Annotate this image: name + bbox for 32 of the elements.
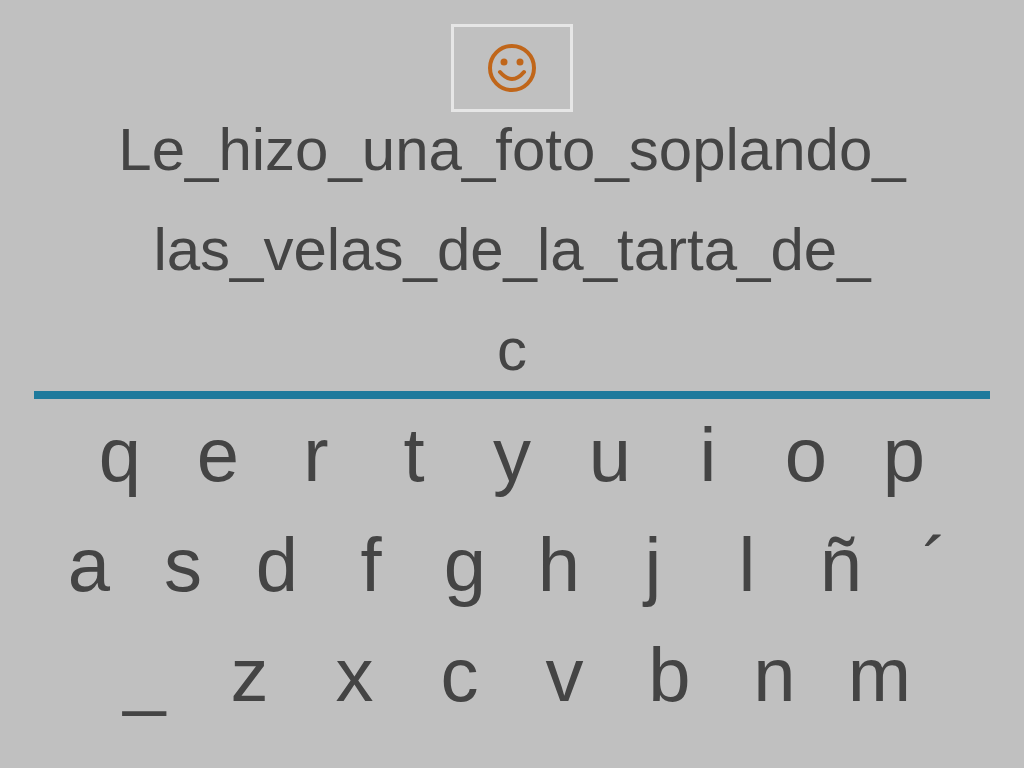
letter-key[interactable]: t xyxy=(365,405,463,505)
letter-key[interactable]: p xyxy=(855,405,953,505)
letter-key[interactable]: g xyxy=(418,515,512,615)
letter-key[interactable]: z xyxy=(197,625,302,725)
letter-key[interactable]: u xyxy=(561,405,659,505)
letter-key[interactable]: l xyxy=(700,515,794,615)
letter-key[interactable]: j xyxy=(606,515,700,615)
letter-key[interactable]: o xyxy=(757,405,855,505)
letter-key[interactable]: a xyxy=(42,515,136,615)
smiley-icon xyxy=(486,42,538,94)
letter-key[interactable]: ñ xyxy=(794,515,888,615)
letter-key[interactable]: y xyxy=(463,405,561,505)
letter-key[interactable]: s xyxy=(136,515,230,615)
letter-key[interactable]: _ xyxy=(92,625,197,725)
letter-key[interactable]: d xyxy=(230,515,324,615)
letter-key[interactable]: x xyxy=(302,625,407,725)
letter-key[interactable]: b xyxy=(617,625,722,725)
letter-key[interactable]: h xyxy=(512,515,606,615)
sentence-line: Le_hizo_una_foto_soplando_ xyxy=(118,115,906,185)
sentence-line: las_velas_de_la_tarta_de_ xyxy=(153,215,871,285)
letter-key[interactable]: e xyxy=(169,405,267,505)
letter-key[interactable]: i xyxy=(659,405,757,505)
letter-key[interactable]: ´ xyxy=(888,515,982,615)
sentence-line: c xyxy=(497,315,527,385)
letter-key[interactable]: q xyxy=(71,405,169,505)
letter-key[interactable]: r xyxy=(267,405,365,505)
letter-key[interactable]: c xyxy=(407,625,512,725)
letter-key[interactable]: f xyxy=(324,515,418,615)
letter-key[interactable]: n xyxy=(722,625,827,725)
letter-key[interactable]: v xyxy=(512,625,617,725)
smiley-button[interactable] xyxy=(451,24,573,112)
letter-key[interactable]: m xyxy=(827,625,932,725)
